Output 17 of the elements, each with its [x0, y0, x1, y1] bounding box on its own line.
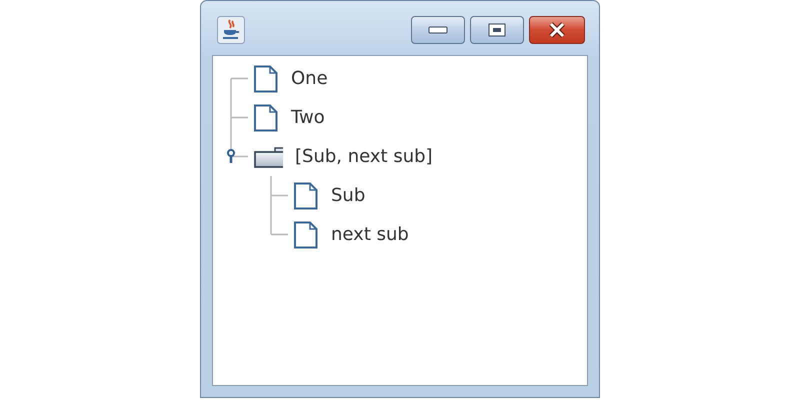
coffee-cup-icon[interactable]	[217, 16, 245, 44]
expand-handle-icon[interactable]	[227, 149, 235, 163]
close-icon	[548, 22, 566, 38]
minimize-icon	[428, 26, 448, 34]
maximize-icon	[488, 22, 506, 36]
minimize-button[interactable]	[411, 16, 465, 44]
file-icon	[293, 220, 319, 248]
tree-node-label[interactable]: next sub	[331, 224, 409, 245]
tree-node-label[interactable]: Two	[291, 107, 325, 128]
close-button[interactable]	[529, 16, 585, 44]
file-icon	[253, 104, 279, 132]
tree-node-label[interactable]: Sub	[331, 185, 366, 206]
file-icon	[253, 64, 279, 92]
tree-node-label[interactable]: One	[291, 68, 328, 89]
file-icon	[293, 182, 319, 210]
tree-node-label[interactable]: [Sub, next sub]	[295, 146, 433, 167]
maximize-button[interactable]	[470, 16, 524, 44]
